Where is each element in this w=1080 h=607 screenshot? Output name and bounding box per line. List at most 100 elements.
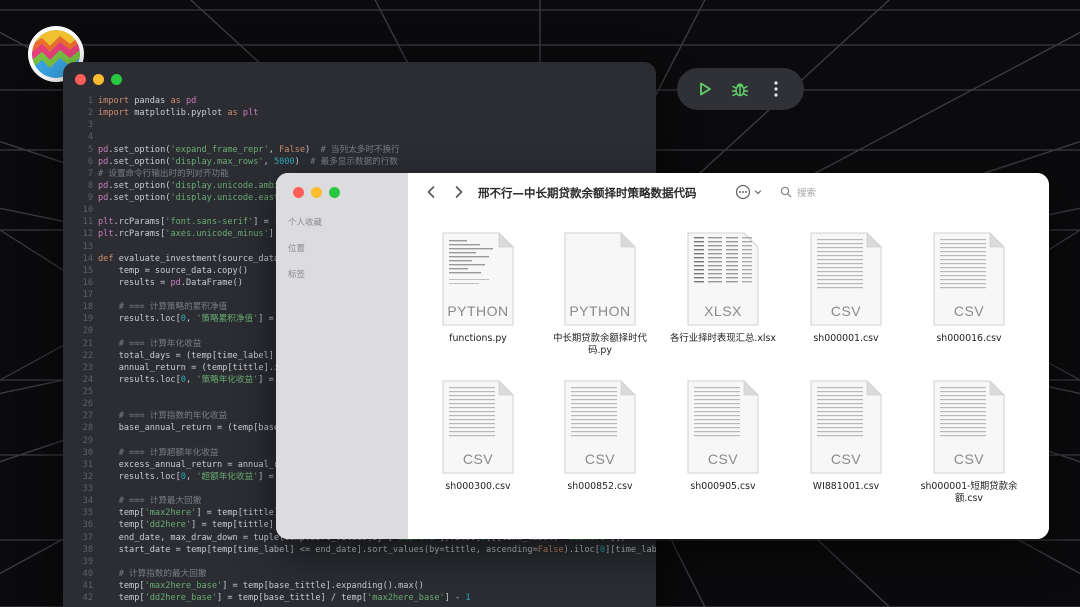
line-number: 18: [82, 302, 93, 313]
file-type-label: PYTHON: [447, 303, 509, 319]
file-item[interactable]: CSV sh000001.csv: [786, 231, 906, 345]
finder-minimize-button[interactable]: [311, 187, 322, 198]
line-number: 21: [82, 338, 93, 349]
document-icon: CSV: [932, 231, 1006, 327]
file-name: WI881001.csv: [812, 481, 880, 492]
line-number: 12: [82, 229, 93, 240]
file-item[interactable]: CSV WI881001.csv: [786, 379, 906, 493]
line-number: 42: [82, 593, 93, 604]
code-text: # === 计算指数的年化收益: [118, 411, 228, 422]
more-button[interactable]: [762, 75, 790, 103]
document-icon: CSV: [441, 379, 515, 475]
code-line: 41 temp['max2here_base'] = temp[base_tit…: [63, 580, 656, 592]
file-name: 中长期贷款余额择时代码.py: [553, 333, 647, 356]
play-icon: [699, 82, 711, 96]
line-number: 33: [82, 484, 93, 494]
finder-toolbar: 邢不行—中长期贷款余额择时策略数据代码 搜索: [408, 173, 1049, 211]
line-number: 31: [82, 459, 93, 470]
code-text: import pandas as pd: [98, 96, 197, 106]
search-icon: [780, 186, 792, 198]
code-text: # === 计算超额年化收益: [118, 447, 219, 458]
line-number: 16: [82, 277, 93, 288]
finder-window-controls: [293, 187, 340, 198]
line-number: 29: [82, 435, 93, 446]
code-text: # === 计算策略的累积净值: [118, 302, 228, 313]
file-item[interactable]: PYTHON 中长期贷款余额择时代码.py: [540, 231, 660, 357]
line-number: 9: [87, 193, 93, 203]
search-field[interactable]: 搜索: [780, 185, 816, 199]
file-item[interactable]: CSV sh000001-短期贷款余额.csv: [909, 379, 1029, 505]
sidebar-item-tags[interactable]: 标签: [288, 268, 305, 280]
file-type-label: CSV: [584, 451, 616, 467]
code-line: 40 # 计算指数的最大回撤: [63, 568, 656, 580]
file-item[interactable]: CSV sh000852.csv: [540, 379, 660, 493]
file-type-label: XLSX: [704, 303, 742, 319]
line-number: 38: [82, 544, 93, 555]
run-button[interactable]: [691, 75, 719, 103]
document-icon: CSV: [809, 379, 883, 475]
code-line: 2 import matplotlib.pyplot as plt: [63, 107, 656, 119]
file-item[interactable]: PYTHON functions.py: [418, 231, 538, 345]
file-type-label: CSV: [830, 303, 862, 319]
file-item[interactable]: CSV sh000905.csv: [663, 379, 783, 493]
line-number: 39: [82, 556, 93, 567]
run-toolbar: [677, 68, 804, 110]
file-name: sh000016.csv: [936, 333, 1002, 344]
file-item[interactable]: CSV sh000016.csv: [909, 231, 1029, 345]
code-text: pd.set_option('display.max_rows', 5000) …: [98, 156, 398, 167]
back-button[interactable]: [422, 183, 440, 201]
code-line: 5 pd.set_option('expand_frame_repr', Fals…: [63, 144, 656, 156]
line-number: 27: [82, 411, 93, 422]
line-number: 23: [82, 362, 93, 373]
file-name: functions.py: [449, 333, 507, 344]
code-text: results = pd.DataFrame(): [98, 277, 243, 288]
debug-button[interactable]: [726, 75, 754, 103]
line-number: 40: [82, 568, 93, 579]
view-options-button[interactable]: [735, 184, 762, 200]
line-number: 26: [82, 399, 93, 410]
line-number: 6: [87, 156, 93, 167]
file-item[interactable]: CSV sh000300.csv: [418, 379, 538, 493]
forward-button[interactable]: [450, 183, 468, 201]
more-horizontal-circle-icon: [735, 184, 751, 200]
line-number: 34: [82, 496, 93, 507]
document-icon: PYTHON: [563, 231, 637, 327]
file-type-label: PYTHON: [569, 303, 631, 319]
bug-icon: [732, 83, 749, 97]
sidebar-item-locations[interactable]: 位置: [288, 242, 305, 254]
finder-zoom-button[interactable]: [329, 187, 340, 198]
zoom-button[interactable]: [111, 74, 122, 85]
file-item[interactable]: XLSX 各行业择时表现汇总.xlsx: [663, 231, 783, 345]
code-line: 38 start_date = temp[temp[time_label] <=…: [63, 544, 656, 556]
file-type-label: CSV: [953, 303, 985, 319]
line-number: 20: [82, 326, 93, 337]
code-text: # 设置命令行输出时的列对齐功能: [98, 168, 229, 179]
line-number: 17: [82, 290, 93, 300]
line-number: 22: [82, 350, 93, 361]
line-number: 32: [82, 471, 93, 482]
document-icon: CSV: [809, 231, 883, 327]
close-button[interactable]: [75, 74, 86, 85]
code-line: 42 temp['dd2here_base'] = temp[base_titt…: [63, 592, 656, 604]
finder-close-button[interactable]: [293, 187, 304, 198]
minimize-button[interactable]: [93, 74, 104, 85]
sidebar-item-favorites[interactable]: 个人收藏: [288, 216, 322, 228]
line-number: 5: [87, 144, 93, 155]
line-number: 8: [87, 180, 93, 191]
document-icon: CSV: [686, 379, 760, 475]
line-number: 14: [82, 253, 93, 264]
line-number: 35: [82, 508, 93, 519]
code-line: 39: [63, 556, 656, 568]
line-number: 3: [87, 120, 93, 131]
window-controls: [75, 74, 122, 85]
file-type-label: CSV: [462, 451, 494, 467]
line-number: 15: [82, 265, 93, 276]
chevron-left-icon: [427, 186, 435, 198]
